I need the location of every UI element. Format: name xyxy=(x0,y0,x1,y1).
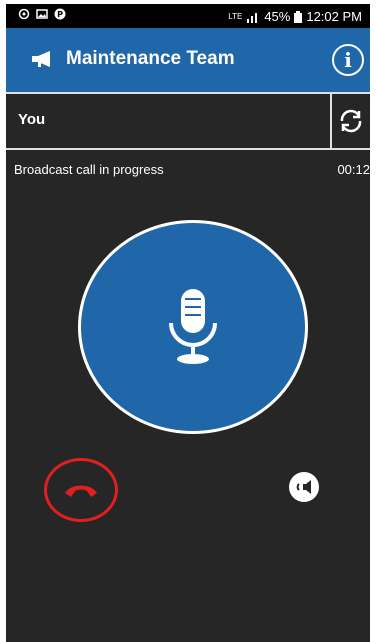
push-to-talk-button[interactable] xyxy=(78,220,308,434)
switch-camera-icon xyxy=(340,109,362,133)
microphone-icon xyxy=(169,289,217,364)
settings-icon xyxy=(18,8,30,20)
info-icon: i xyxy=(344,48,352,72)
network-indicator: LTE xyxy=(228,12,243,21)
end-call-button[interactable] xyxy=(44,458,118,522)
status-left-icons: P xyxy=(18,8,66,20)
speaker-icon xyxy=(296,480,311,494)
call-timer: 00:12 xyxy=(337,162,370,177)
gallery-icon xyxy=(36,9,48,19)
channel-title: Maintenance Team xyxy=(66,48,235,69)
clock: 12:02 PM xyxy=(306,9,362,24)
megaphone-icon xyxy=(32,51,50,67)
signal-icon xyxy=(247,12,258,23)
status-bar: P LTE 45% 12:02 PM xyxy=(6,4,370,28)
call-status: Broadcast call in progress xyxy=(14,162,164,177)
app-bar: Maintenance Team i xyxy=(6,28,370,92)
phone-screen: P LTE 45% 12:02 PM Maintenance Team i Yo… xyxy=(6,4,370,642)
participant-bar: You xyxy=(6,92,370,150)
switch-camera-button[interactable] xyxy=(330,94,370,148)
status-right: LTE 45% 12:02 PM xyxy=(228,9,362,24)
svg-text:P: P xyxy=(57,10,63,19)
participant-name: You xyxy=(18,111,46,128)
end-call-icon xyxy=(65,485,97,497)
battery-icon xyxy=(294,10,303,23)
p-badge-icon: P xyxy=(54,8,66,20)
info-button[interactable]: i xyxy=(332,44,364,76)
speaker-button[interactable] xyxy=(289,472,319,502)
battery-percent: 45% xyxy=(264,9,291,24)
